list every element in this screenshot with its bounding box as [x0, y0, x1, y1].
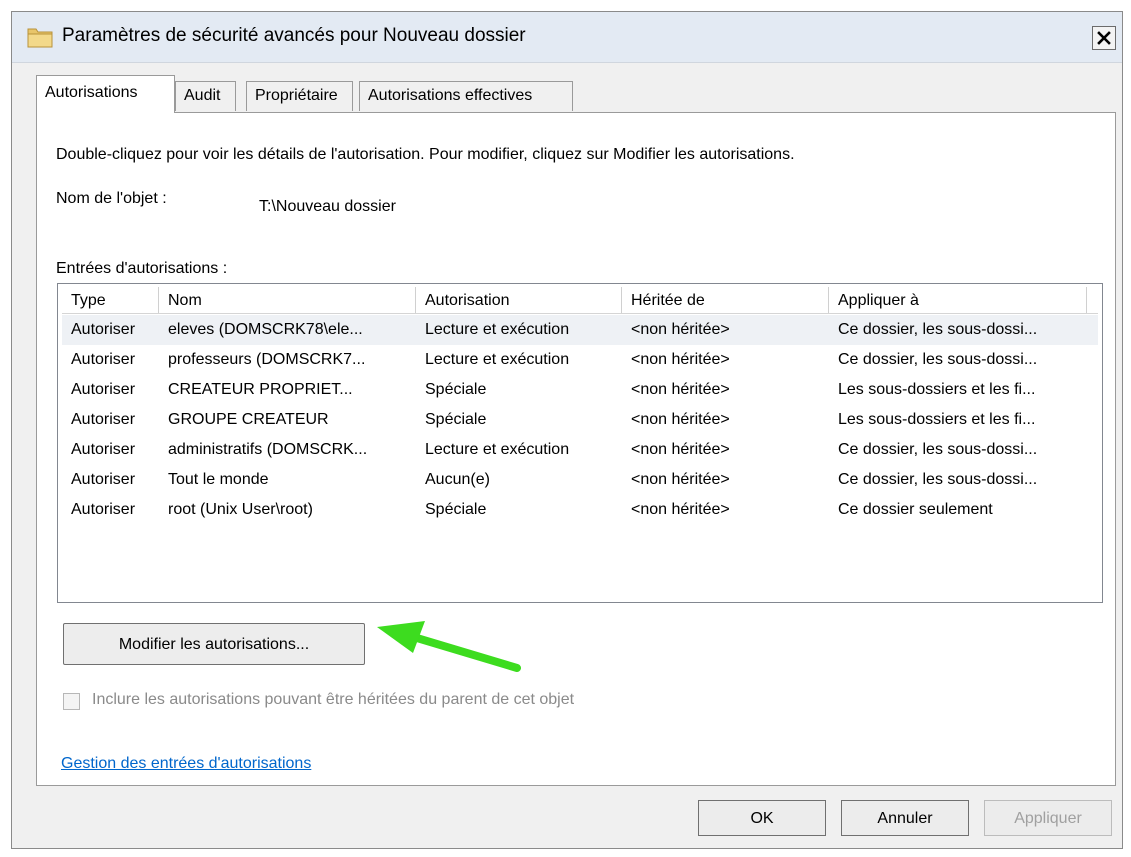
table-row[interactable]: Autoriser professeurs (DOMSCRK7... Lectu… — [62, 345, 1098, 375]
tab-autorisations-effectives[interactable]: Autorisations effectives — [359, 81, 573, 111]
cell-nom: administratifs (DOMSCRK... — [168, 441, 368, 458]
column-header-appliquer-a[interactable]: Appliquer à — [829, 287, 1087, 313]
inherit-permissions-checkbox[interactable] — [63, 693, 80, 710]
green-arrow-annotation — [377, 621, 521, 672]
cell-appliquer-a: Les sous-dossiers et les fi... — [838, 381, 1036, 398]
cell-appliquer-a: Les sous-dossiers et les fi... — [838, 411, 1036, 428]
manage-entries-link[interactable]: Gestion des entrées d'autorisations — [61, 755, 311, 773]
column-header-autorisation[interactable]: Autorisation — [416, 287, 622, 313]
ok-button[interactable]: OK — [698, 800, 826, 836]
cell-autorisation: Lecture et exécution — [425, 441, 570, 458]
table-row[interactable]: Autoriser GROUPE CREATEUR Spéciale <non … — [62, 405, 1098, 435]
cell-autorisation: Spéciale — [425, 501, 487, 518]
column-header-type[interactable]: Type — [62, 287, 159, 313]
cell-type: Autoriser — [71, 441, 136, 458]
object-name-label: Nom de l'objet : — [56, 190, 167, 207]
cell-appliquer-a: Ce dossier, les sous-dossi... — [838, 351, 1038, 368]
cell-autorisation: Lecture et exécution — [425, 351, 570, 368]
object-name-value: T:\Nouveau dossier — [259, 198, 396, 215]
folder-icon — [27, 28, 53, 48]
column-header-nom[interactable]: Nom — [159, 287, 416, 313]
cell-nom: CREATEUR PROPRIET... — [168, 381, 353, 398]
cell-heritee-de: <non héritée> — [631, 411, 730, 428]
cell-autorisation: Spéciale — [425, 381, 487, 398]
cell-autorisation: Lecture et exécution — [425, 321, 570, 338]
inherit-permissions-label: Inclure les autorisations pouvant être h… — [92, 691, 575, 708]
entries-label: Entrées d'autorisations : — [56, 260, 228, 277]
description-text: Double-cliquez pour voir les détails de … — [56, 146, 795, 163]
list-header: Type Nom Autorisation Héritée de Appliqu… — [62, 287, 1098, 314]
permission-entries-list[interactable]: Type Nom Autorisation Héritée de Appliqu… — [57, 283, 1103, 603]
security-dialog: Paramètres de sécurité avancés pour Nouv… — [11, 11, 1123, 849]
cell-autorisation: Aucun(e) — [425, 471, 490, 488]
cell-nom: root (Unix User\root) — [168, 501, 313, 518]
modify-permissions-button[interactable]: Modifier les autorisations... — [63, 623, 365, 665]
cell-heritee-de: <non héritée> — [631, 321, 730, 338]
tab-autorisations[interactable]: Autorisations — [36, 75, 175, 113]
cell-heritee-de: <non héritée> — [631, 351, 730, 368]
cell-type: Autoriser — [71, 321, 136, 338]
cell-nom: Tout le monde — [168, 471, 269, 488]
tab-proprietaire[interactable]: Propriétaire — [246, 81, 353, 111]
tab-panel: Double-cliquez pour voir les détails de … — [36, 112, 1116, 786]
column-header-heritee-de[interactable]: Héritée de — [622, 287, 829, 313]
table-row[interactable]: Autoriser root (Unix User\root) Spéciale… — [62, 495, 1098, 525]
tab-audit[interactable]: Audit — [175, 81, 236, 111]
cell-heritee-de: <non héritée> — [631, 501, 730, 518]
cell-appliquer-a: Ce dossier, les sous-dossi... — [838, 441, 1038, 458]
cell-type: Autoriser — [71, 411, 136, 428]
table-row[interactable]: Autoriser CREATEUR PROPRIET... Spéciale … — [62, 375, 1098, 405]
table-row[interactable]: Autoriser Tout le monde Aucun(e) <non hé… — [62, 465, 1098, 495]
cell-heritee-de: <non héritée> — [631, 441, 730, 458]
table-row[interactable]: Autoriser administratifs (DOMSCRK... Lec… — [62, 435, 1098, 465]
apply-button[interactable]: Appliquer — [984, 800, 1112, 836]
title-bar: Paramètres de sécurité avancés pour Nouv… — [12, 12, 1122, 63]
window-title: Paramètres de sécurité avancés pour Nouv… — [62, 25, 526, 46]
cell-nom: eleves (DOMSCRK78\ele... — [168, 321, 363, 338]
cell-appliquer-a: Ce dossier, les sous-dossi... — [838, 471, 1038, 488]
cell-nom: professeurs (DOMSCRK7... — [168, 351, 366, 368]
cell-type: Autoriser — [71, 501, 136, 518]
close-button[interactable] — [1092, 26, 1116, 50]
cell-heritee-de: <non héritée> — [631, 471, 730, 488]
cell-appliquer-a: Ce dossier, les sous-dossi... — [838, 321, 1038, 338]
cancel-button[interactable]: Annuler — [841, 800, 969, 836]
cell-heritee-de: <non héritée> — [631, 381, 730, 398]
cell-nom: GROUPE CREATEUR — [168, 411, 329, 428]
close-icon — [1097, 31, 1111, 45]
cell-type: Autoriser — [71, 381, 136, 398]
cell-autorisation: Spéciale — [425, 411, 487, 428]
cell-appliquer-a: Ce dossier seulement — [838, 501, 993, 518]
table-row[interactable]: Autoriser eleves (DOMSCRK78\ele... Lectu… — [62, 315, 1098, 345]
cell-type: Autoriser — [71, 471, 136, 488]
cell-type: Autoriser — [71, 351, 136, 368]
